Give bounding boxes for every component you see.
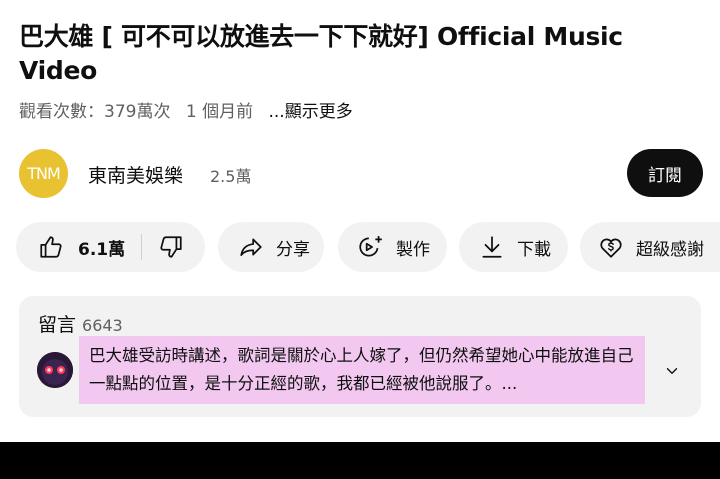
comments-header: 留言 6643	[38, 310, 123, 337]
comments-heading: 留言	[38, 314, 77, 336]
dislike-button[interactable]	[158, 234, 184, 260]
channel-row: TNM 東南美娛樂 2.5萬 訂閱	[19, 149, 703, 198]
like-dislike-group: 6.1萬	[16, 222, 205, 272]
share-label: 分享	[276, 239, 310, 260]
upload-age: 1 個月前	[185, 102, 254, 122]
chevron-down-icon[interactable]	[663, 362, 681, 380]
video-meta[interactable]: 觀看次數：379萬次 1 個月前 ...顯示更多	[19, 97, 363, 122]
thumb-down-icon	[160, 236, 182, 258]
remix-icon	[359, 236, 382, 257]
commenter-avatar-image	[37, 352, 73, 388]
super-thanks-label: 超級感謝	[636, 239, 704, 260]
remix-button[interactable]: 製作	[338, 222, 447, 272]
like-count: 6.1萬	[78, 239, 126, 260]
top-comment-text: 巴大雄受訪時講述，歌詞是關於心上人嫁了，但仍然希望她心中能放進自己一點點的位置，…	[79, 336, 645, 404]
commenter-avatar	[37, 352, 73, 388]
thumb-up-icon	[40, 236, 62, 258]
like-button[interactable]: 6.1萬	[16, 234, 125, 260]
share-button[interactable]: 分享	[218, 222, 324, 272]
remix-label: 製作	[396, 239, 430, 260]
video-title: 巴大雄 [ 可不可以放進去一下下就好] Official Music Video	[19, 22, 623, 85]
subscriber-count: 2.5萬	[210, 167, 252, 186]
comments-count: 6643	[82, 316, 123, 335]
share-arrow-icon	[240, 238, 262, 256]
view-count: 觀看次數：379萬次	[19, 102, 171, 122]
download-icon	[482, 236, 502, 258]
channel-name[interactable]: 東南美娛樂	[88, 161, 183, 188]
download-label: 下載	[517, 239, 551, 260]
subscribe-button[interactable]: 訂閱	[627, 149, 703, 197]
like-divider	[141, 234, 143, 260]
bottom-black-bar	[0, 442, 720, 479]
download-button[interactable]: 下載	[459, 222, 568, 272]
super-thanks-button[interactable]: 超級感謝	[580, 222, 720, 272]
super-thanks-icon	[600, 238, 622, 258]
action-bar: 6.1萬 分享 製作 下載 超級感謝	[16, 222, 720, 272]
show-more-link[interactable]: ...顯示更多	[269, 102, 353, 122]
comments-panel[interactable]: 留言 6643 巴大雄受訪時講述，歌詞是關於心上人嫁了，但仍然希望她心中能放進自己…	[19, 296, 701, 417]
channel-avatar[interactable]: TNM	[19, 149, 68, 198]
